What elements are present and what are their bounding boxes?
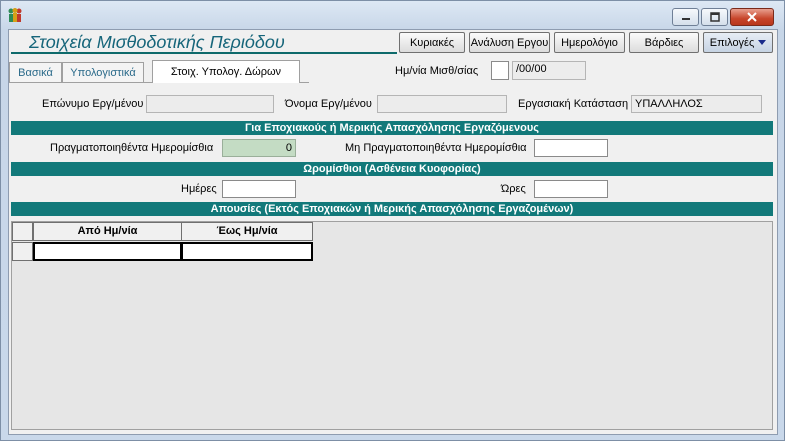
status-label: Εργασιακή Κατάσταση bbox=[518, 98, 629, 110]
chevron-down-icon bbox=[758, 40, 767, 45]
realized-wages-field[interactable]: 0 bbox=[222, 139, 296, 157]
form-panel: Στοιχεία Μισθοδοτικής Περιόδου Κυριακές … bbox=[8, 29, 778, 435]
app-logo-icon bbox=[8, 8, 22, 22]
app-window: Στοιχεία Μισθοδοτικής Περιόδου Κυριακές … bbox=[0, 0, 785, 441]
name-field bbox=[377, 95, 507, 113]
status-field: ΥΠΑΛΛΗΛΟΣ bbox=[631, 95, 762, 113]
absences-section-header: Απουσίες (Εκτός Εποχιακών ή Μερικής Απασ… bbox=[11, 202, 773, 216]
unrealized-wages-input[interactable] bbox=[534, 139, 608, 157]
minimize-button[interactable] bbox=[672, 8, 699, 26]
work-analysis-button[interactable]: Ανάλυση Εργου bbox=[469, 32, 550, 53]
tab-bar: Βασικά Υπολογιστικά Στοιχ. Υπολογ. Δώρων bbox=[9, 60, 309, 83]
window-controls bbox=[672, 8, 774, 26]
surname-field bbox=[146, 95, 274, 113]
tab-bonus-calculation[interactable]: Στοιχ. Υπολογ. Δώρων bbox=[152, 60, 300, 83]
close-icon bbox=[747, 12, 757, 22]
hours-input[interactable] bbox=[534, 180, 608, 198]
minimize-icon bbox=[681, 18, 690, 20]
days-input[interactable] bbox=[222, 180, 296, 198]
sundays-button[interactable]: Κυριακές bbox=[399, 32, 465, 53]
realized-wages-label: Πραγματοποιηθέντα Ημερομίσθια bbox=[50, 142, 214, 154]
hourly-section-header: Ωρομίσθιοι (Ασθένεια Κυοφορίας) bbox=[11, 162, 773, 176]
hours-label: Ώρες bbox=[501, 183, 526, 195]
row-header[interactable] bbox=[12, 242, 33, 261]
maximize-icon bbox=[709, 12, 720, 22]
name-label: Όνομα Εργ/μένου bbox=[285, 98, 372, 110]
shifts-button[interactable]: Βάρδιες bbox=[629, 32, 699, 53]
seasonal-section-header: Για Εποχιακούς ή Μερικής Απασχόλησης Εργ… bbox=[11, 121, 773, 135]
to-date-cell[interactable] bbox=[181, 242, 313, 261]
tab-calculations[interactable]: Υπολογιστικά bbox=[62, 62, 144, 82]
tab-basic[interactable]: Βασικά bbox=[9, 62, 62, 82]
toolbar: Κυριακές Ανάλυση Εργου Ημερολόγιο Βάρδιε… bbox=[399, 32, 773, 53]
page-title: Στοιχεία Μισθοδοτικής Περιόδου bbox=[29, 32, 285, 52]
payroll-day-input[interactable] bbox=[491, 61, 509, 80]
maximize-button[interactable] bbox=[701, 8, 728, 26]
options-dropdown[interactable]: Επιλογές bbox=[703, 32, 773, 53]
options-label: Επιλογές bbox=[709, 36, 755, 49]
column-header-to-date[interactable]: Έως Ημ/νία bbox=[181, 222, 313, 241]
payroll-date-label: Ημ/νία Μισθ/σίας bbox=[395, 65, 479, 77]
grid-corner bbox=[12, 222, 33, 241]
days-label: Ημέρες bbox=[181, 183, 217, 195]
payroll-date-field[interactable]: /00/00 bbox=[512, 61, 586, 80]
column-header-from-date[interactable]: Από Ημ/νία bbox=[33, 222, 182, 241]
absences-grid: Από Ημ/νία Έως Ημ/νία bbox=[11, 221, 773, 430]
surname-label: Επώνυμο Εργ/μένου bbox=[42, 98, 144, 110]
close-button[interactable] bbox=[730, 8, 774, 26]
from-date-cell[interactable] bbox=[33, 242, 182, 261]
unrealized-wages-label: Μη Πραγματοποιηθέντα Ημερομίσθια bbox=[345, 142, 527, 154]
calendar-button[interactable]: Ημερολόγιο bbox=[554, 32, 625, 53]
